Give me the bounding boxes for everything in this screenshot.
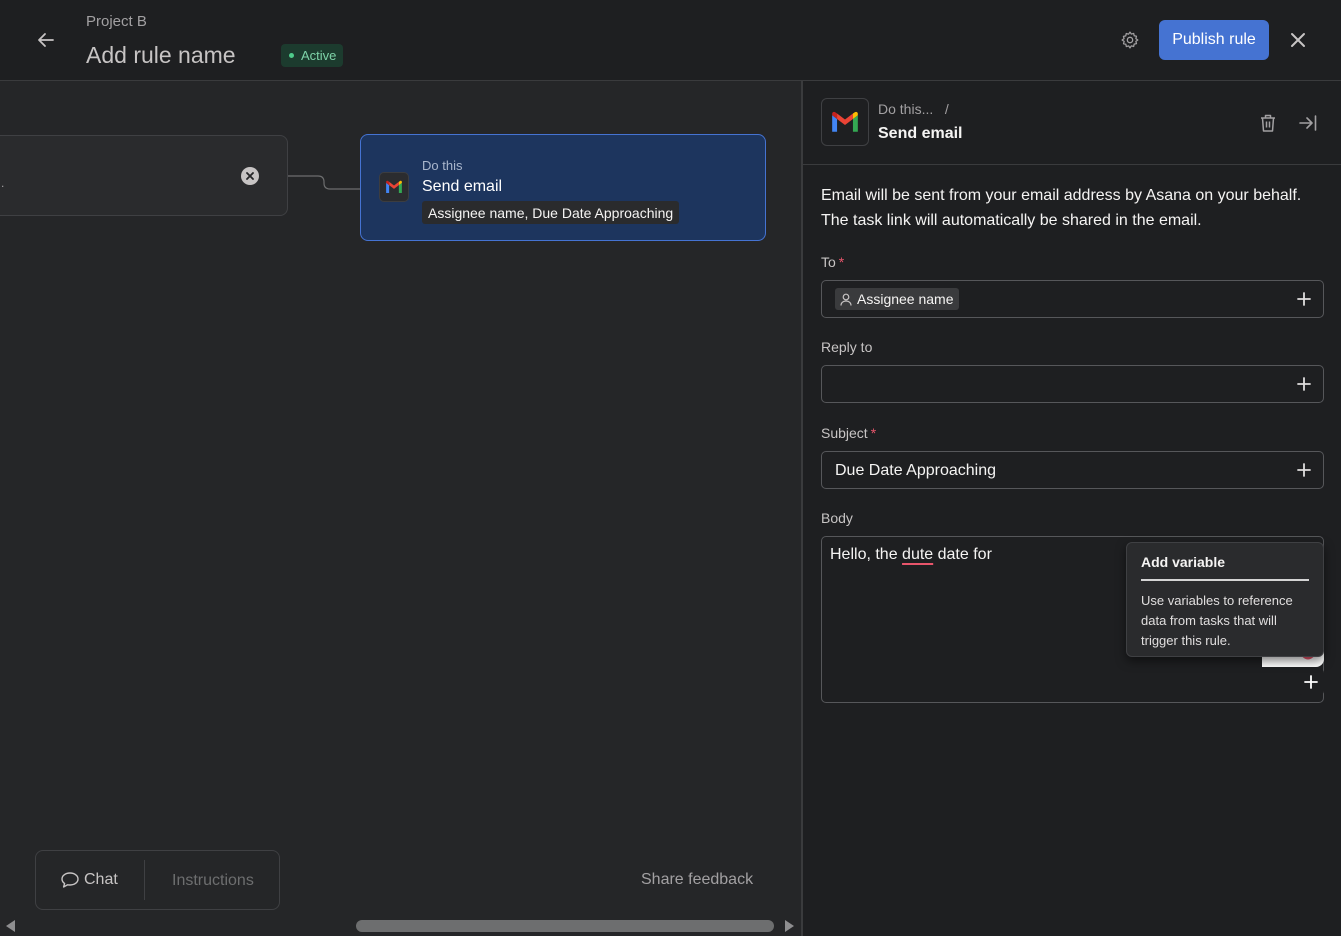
publish-rule-button[interactable]: Publish rule [1159,20,1269,60]
connector-line [288,175,360,190]
reply-to-add-variable-button[interactable] [1294,374,1314,394]
body-add-variable-button[interactable] [1298,669,1324,695]
body-text: Hello, the dute date for [830,546,992,564]
to-field-label: To * [821,254,844,270]
close-icon [1291,33,1305,47]
delete-action-button[interactable] [1257,112,1279,134]
person-icon [840,293,852,306]
body-text-start: Hello, the [830,546,903,563]
required-marker: * [870,425,877,441]
panel-description: Email will be sent from your email addre… [821,187,1302,229]
required-marker: * [838,254,845,270]
tooltip-title: Add variable [1141,554,1309,581]
gmail-icon [386,180,402,193]
assignee-chip[interactable]: Assignee name [835,288,959,310]
project-name[interactable]: Project B [86,13,147,30]
plus-icon [1297,292,1311,306]
back-button[interactable] [30,24,62,56]
back-arrow-icon [38,33,54,47]
status-badge: Active [281,44,344,67]
reply-to-field[interactable] [821,365,1324,403]
chat-label: Chat [84,871,118,888]
body-text-end: date for [933,546,992,563]
to-field[interactable]: Assignee name [821,280,1324,318]
subject-add-variable-button[interactable] [1294,460,1314,480]
gear-icon [1121,31,1139,49]
tooltip-body: Use variables to reference data from tas… [1141,593,1293,648]
panel-title: Send email [878,125,963,142]
action-card-send-email[interactable]: Do this Send email Assignee name, Due Da… [360,134,766,241]
settings-button[interactable] [1115,25,1145,55]
instructions-tab[interactable]: Instructions [172,872,254,890]
scroll-right-arrow[interactable] [785,920,794,932]
rule-editor-header: Project B Add rule name Active Publish r… [0,0,1341,81]
panel-header: Do this... / Send email [803,81,1341,165]
status-dot [289,53,294,58]
scroll-left-arrow[interactable] [6,920,15,932]
bar-divider [144,860,145,900]
trash-icon [1261,114,1275,132]
collapse-panel-button[interactable] [1297,112,1319,134]
action-eyebrow: Do this [422,158,463,173]
chat-tab[interactable]: Chat [60,871,118,889]
action-title: Send email [422,178,503,195]
status-label: Active [301,48,337,63]
remove-circle-icon [246,172,254,180]
subject-value: Due Date Approaching [835,462,996,479]
assignee-chip-label: Assignee name [857,291,954,307]
add-variable-tooltip: Add variable Use variables to reference … [1126,542,1324,657]
horizontal-scrollbar[interactable] [0,915,801,936]
rule-name-input[interactable]: Add rule name [86,42,236,69]
subject-label-text: Subject [821,425,868,441]
trigger-card[interactable]: . [0,135,288,216]
share-feedback-link[interactable]: Share feedback [641,871,753,889]
panel-gmail-icon-container [821,98,869,146]
gmail-icon-container [379,172,409,202]
body-field-label: Body [821,510,853,526]
panel-breadcrumb[interactable]: Do this... / [878,101,949,117]
rule-canvas[interactable]: . Do this Send email Assignee name, Due … [0,81,801,936]
action-summary-chip: Assignee name, Due Date Approaching [422,201,680,224]
to-label-text: To [821,254,836,270]
collapse-panel-icon [1299,115,1317,131]
to-add-variable-button[interactable] [1294,289,1314,309]
subject-field[interactable]: Due Date Approaching [821,451,1324,489]
close-button[interactable] [1283,25,1313,55]
trigger-text: . [1,176,5,190]
scrollbar-thumb[interactable] [356,920,774,932]
subject-field-label: Subject * [821,425,876,441]
plus-icon [1297,377,1311,391]
reply-to-field-label: Reply to [821,339,873,355]
action-details-panel: Do this... / Send email Email will be se… [801,81,1341,936]
assistant-bar: Chat Instructions [35,850,280,910]
gmail-icon [832,111,858,132]
chat-bubble-icon [61,872,79,888]
plus-icon [1304,675,1318,689]
plus-icon [1297,463,1311,477]
misspelled-word[interactable]: dute [902,546,933,563]
remove-trigger-button[interactable] [241,167,259,185]
